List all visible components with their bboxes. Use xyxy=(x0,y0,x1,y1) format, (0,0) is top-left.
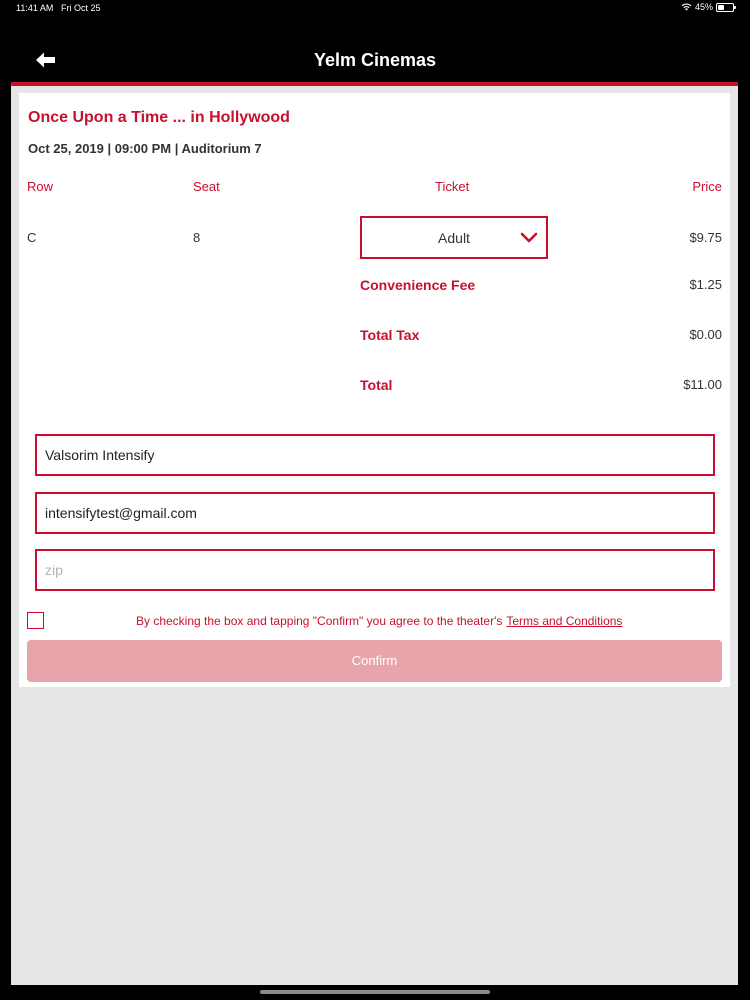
convenience-fee-value: $1.25 xyxy=(689,277,722,292)
row-value: C xyxy=(27,230,37,245)
chevron-down-icon xyxy=(520,232,538,243)
header-ticket: Ticket xyxy=(435,179,470,194)
checkout-card: Once Upon a Time ... in Hollywood Oct 25… xyxy=(19,93,730,687)
confirm-button[interactable]: Confirm xyxy=(27,640,722,682)
movie-title: Once Upon a Time ... in Hollywood xyxy=(28,109,290,126)
total-label: Total xyxy=(360,377,393,393)
terms-text: By checking the box and tapping "Confirm… xyxy=(136,614,503,628)
name-field[interactable] xyxy=(35,434,715,476)
ticket-type-select[interactable]: Adult xyxy=(360,216,548,259)
home-indicator xyxy=(260,990,490,994)
email-field[interactable] xyxy=(35,492,715,534)
zip-field[interactable] xyxy=(35,549,715,591)
page-title: Yelm Cinemas xyxy=(313,50,437,70)
nav-bar: Yelm Cinemas xyxy=(0,16,750,82)
terms-checkbox[interactable] xyxy=(27,612,44,629)
total-value: $11.00 xyxy=(683,377,722,392)
battery-percent: 45% xyxy=(694,2,713,12)
battery-fill xyxy=(718,4,725,10)
header-seat: Seat xyxy=(193,179,220,194)
wifi-icon xyxy=(681,3,692,11)
ticket-price: $9.75 xyxy=(689,230,722,245)
battery-icon xyxy=(716,2,736,12)
terms-agreement: By checking the box and tapping "Confirm… xyxy=(136,614,622,628)
header-price: Price xyxy=(692,179,722,194)
status-indicators: 45% xyxy=(681,2,736,12)
header-row: Row xyxy=(27,179,54,194)
content-area: Once Upon a Time ... in Hollywood Oct 25… xyxy=(11,82,738,985)
convenience-fee-label: Convenience Fee xyxy=(360,277,476,293)
ticket-type-value: Adult xyxy=(438,230,470,246)
total-tax-value: $0.00 xyxy=(689,327,722,342)
status-bar: 11:41 AM Fri Oct 25 45% xyxy=(0,0,750,16)
total-tax-label: Total Tax xyxy=(360,327,420,343)
status-time: 11:41 AM xyxy=(16,3,54,13)
terms-link[interactable]: Terms and Conditions xyxy=(506,614,622,628)
showtime-info: Oct 25, 2019 | 09:00 PM | Auditorium 7 xyxy=(28,141,262,156)
status-date: Fri Oct 25 xyxy=(61,3,101,13)
seat-value: 8 xyxy=(193,230,201,245)
